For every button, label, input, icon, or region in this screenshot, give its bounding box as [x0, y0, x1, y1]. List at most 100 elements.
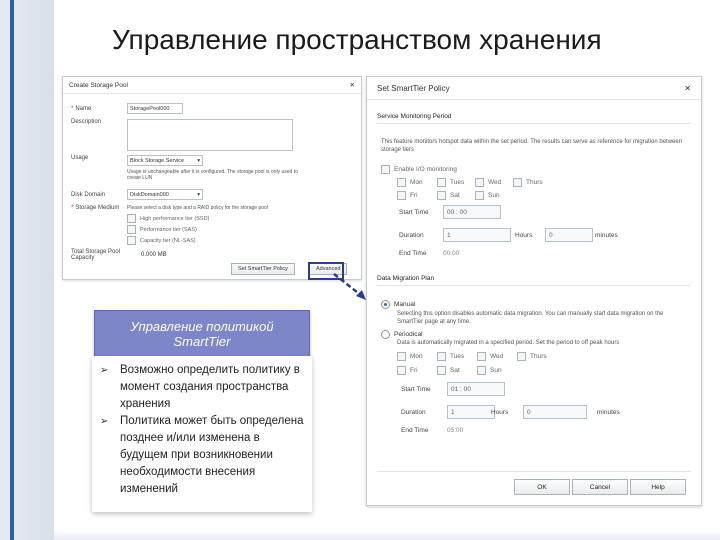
- medium-hint: Please select a disk type and a RAID pol…: [127, 205, 268, 211]
- day-wed-checkbox[interactable]: Wed: [475, 178, 501, 187]
- disk-domain-value: DiskDomain000: [130, 191, 169, 198]
- bullet-item: ➢ Возможно определить политику в момент с…: [100, 362, 310, 413]
- set-smarttier-button[interactable]: Set SmartTier Policy: [231, 263, 295, 275]
- close-icon[interactable]: ✕: [684, 84, 691, 93]
- day-tues-checkbox[interactable]: Tues: [437, 178, 464, 187]
- start-time-field[interactable]: 00 : 00: [443, 205, 501, 219]
- day-sat-checkbox[interactable]: Sat: [437, 191, 460, 200]
- manual-label: Manual: [394, 301, 416, 308]
- day-label: Thurs: [526, 179, 543, 186]
- slide-sidebar: [0, 0, 54, 540]
- m-day-wed-checkbox[interactable]: Wed: [477, 352, 503, 361]
- day-label: Fri: [410, 367, 418, 374]
- m-day-tues-checkbox[interactable]: Tues: [437, 352, 464, 361]
- duration-hours-field[interactable]: 1: [443, 228, 511, 242]
- m-day-sun-checkbox[interactable]: Sun: [477, 366, 502, 375]
- tier-perf-label: Performance tier (SAS): [140, 226, 197, 233]
- tier-high-label: High performance tier (SSD): [140, 215, 210, 222]
- day-label: Mon: [410, 179, 423, 186]
- monitoring-description: This feature monitors hotspot data withi…: [381, 139, 683, 153]
- day-label: Fri: [410, 192, 418, 199]
- description-label: Description: [71, 119, 102, 125]
- start-time-label: Start Time: [399, 209, 429, 216]
- day-mon-checkbox[interactable]: Mon: [397, 178, 423, 187]
- m-duration-label: Duration: [401, 409, 426, 416]
- usage-label: Usage: [71, 155, 89, 161]
- disk-domain-select[interactable]: DiskDomain000 ▾: [127, 189, 203, 200]
- close-icon[interactable]: ✕: [350, 81, 355, 89]
- day-label: Thurs: [530, 353, 547, 360]
- bullet-text: Возможно определить политику в момент со…: [120, 364, 300, 410]
- day-thurs-checkbox[interactable]: Thurs: [513, 178, 543, 187]
- migration-section-title: Data Migration Plan: [377, 275, 435, 282]
- m-duration-minutes-field[interactable]: 0: [523, 405, 587, 419]
- bullet-text: Политика может быть определена позднее и…: [120, 415, 304, 495]
- periodic-radio[interactable]: Periodical: [381, 330, 423, 339]
- enable-io-checkbox[interactable]: Enable I/O monitoring: [381, 165, 457, 174]
- m-end-time-label: End Time: [401, 427, 429, 434]
- ok-button[interactable]: OK: [514, 479, 570, 495]
- day-sun-checkbox[interactable]: Sun: [475, 191, 500, 200]
- day-fri-checkbox[interactable]: Fri: [397, 191, 418, 200]
- manual-radio[interactable]: Manual: [381, 300, 415, 309]
- cancel-button[interactable]: Cancel: [572, 479, 628, 495]
- m-minutes-unit: minutes: [597, 409, 620, 416]
- m-day-sat-checkbox[interactable]: Sat: [437, 366, 460, 375]
- tier-high-checkbox[interactable]: High performance tier (SSD): [127, 214, 268, 223]
- dialog-title: Set SmartTier Policy: [377, 83, 450, 93]
- day-label: Mon: [410, 353, 423, 360]
- enable-io-label: Enable I/O monitoring: [394, 166, 457, 173]
- day-label: Tues: [450, 353, 465, 360]
- m-duration-hours-field[interactable]: 1: [447, 405, 495, 419]
- periodic-description: Data is automatically migrated in a spec…: [397, 340, 620, 346]
- tier-cap-checkbox[interactable]: Capacity tier (NL-SAS): [127, 236, 268, 245]
- name-label: Name: [75, 105, 92, 112]
- end-time-label: End Time: [399, 250, 427, 257]
- bullet-item: ➢ Политика может быть определена позднее …: [100, 413, 310, 498]
- name-field[interactable]: StoragePool000: [127, 103, 183, 114]
- m-end-time-value: 05:00: [447, 427, 464, 434]
- slide-title: Управление пространством хранения: [112, 24, 602, 55]
- usage-select[interactable]: Block Storage Service ▾: [127, 155, 203, 166]
- slide-bottom-rule: [54, 530, 720, 540]
- capacity-label: Total Storage Pool Capacity: [71, 249, 121, 261]
- create-storage-pool-dialog: Create Storage Pool ✕ * Name StoragePool0…: [62, 76, 362, 280]
- m-day-mon-checkbox[interactable]: Mon: [397, 352, 423, 361]
- capacity-value: 0.000 MB: [141, 252, 167, 258]
- day-label: Wed: [488, 179, 502, 186]
- day-label: Sat: [450, 192, 460, 199]
- m-day-fri-checkbox[interactable]: Fri: [397, 366, 418, 375]
- duration-minutes-field[interactable]: 0: [545, 228, 593, 242]
- arrow-bullet-icon: ➢: [100, 365, 109, 376]
- description-field[interactable]: [127, 119, 293, 151]
- m-start-time-label: Start Time: [401, 386, 431, 393]
- bullet-list: ➢ Возможно определить политику в момент с…: [100, 362, 310, 498]
- chevron-down-icon: ▾: [197, 157, 200, 164]
- m-day-thurs-checkbox[interactable]: Thurs: [517, 352, 547, 361]
- day-label: Wed: [490, 353, 504, 360]
- disk-domain-label: Disk Domain: [71, 191, 106, 198]
- usage-row: Usage Block Storage Service ▾ Usage is un…: [71, 155, 337, 181]
- day-label: Sun: [488, 192, 500, 199]
- dialog-title: Create Storage Pool: [69, 81, 128, 89]
- day-label: Tues: [450, 179, 465, 186]
- chevron-down-icon: ▾: [197, 191, 200, 198]
- day-label: Sat: [450, 367, 460, 374]
- help-button[interactable]: Help: [630, 479, 686, 495]
- periodic-label: Periodical: [394, 331, 423, 338]
- manual-description: Selecting this option disables automatic…: [397, 311, 664, 325]
- tier-perf-checkbox[interactable]: Performance tier (SAS): [127, 225, 268, 234]
- callout-line-2: SmartTier: [173, 334, 231, 349]
- duration-label: Duration: [399, 232, 424, 239]
- name-row: * Name StoragePool000: [71, 103, 183, 114]
- day-label: Sun: [490, 367, 502, 374]
- m-start-time-field[interactable]: 01 : 00: [447, 382, 505, 396]
- sidebar-accent-line: [10, 0, 14, 540]
- arrow-bullet-icon: ➢: [100, 416, 109, 427]
- monitoring-section-title: Service Monitoring Period: [377, 113, 452, 120]
- usage-note-2: create LUN: [127, 175, 153, 181]
- m-hours-unit: Hours: [491, 409, 509, 416]
- tier-cap-label: Capacity tier (NL-SAS): [140, 237, 196, 244]
- capacity-row: Total Storage Pool Capacity 0.000 MB: [71, 249, 167, 261]
- minutes-unit: minutes: [595, 232, 618, 239]
